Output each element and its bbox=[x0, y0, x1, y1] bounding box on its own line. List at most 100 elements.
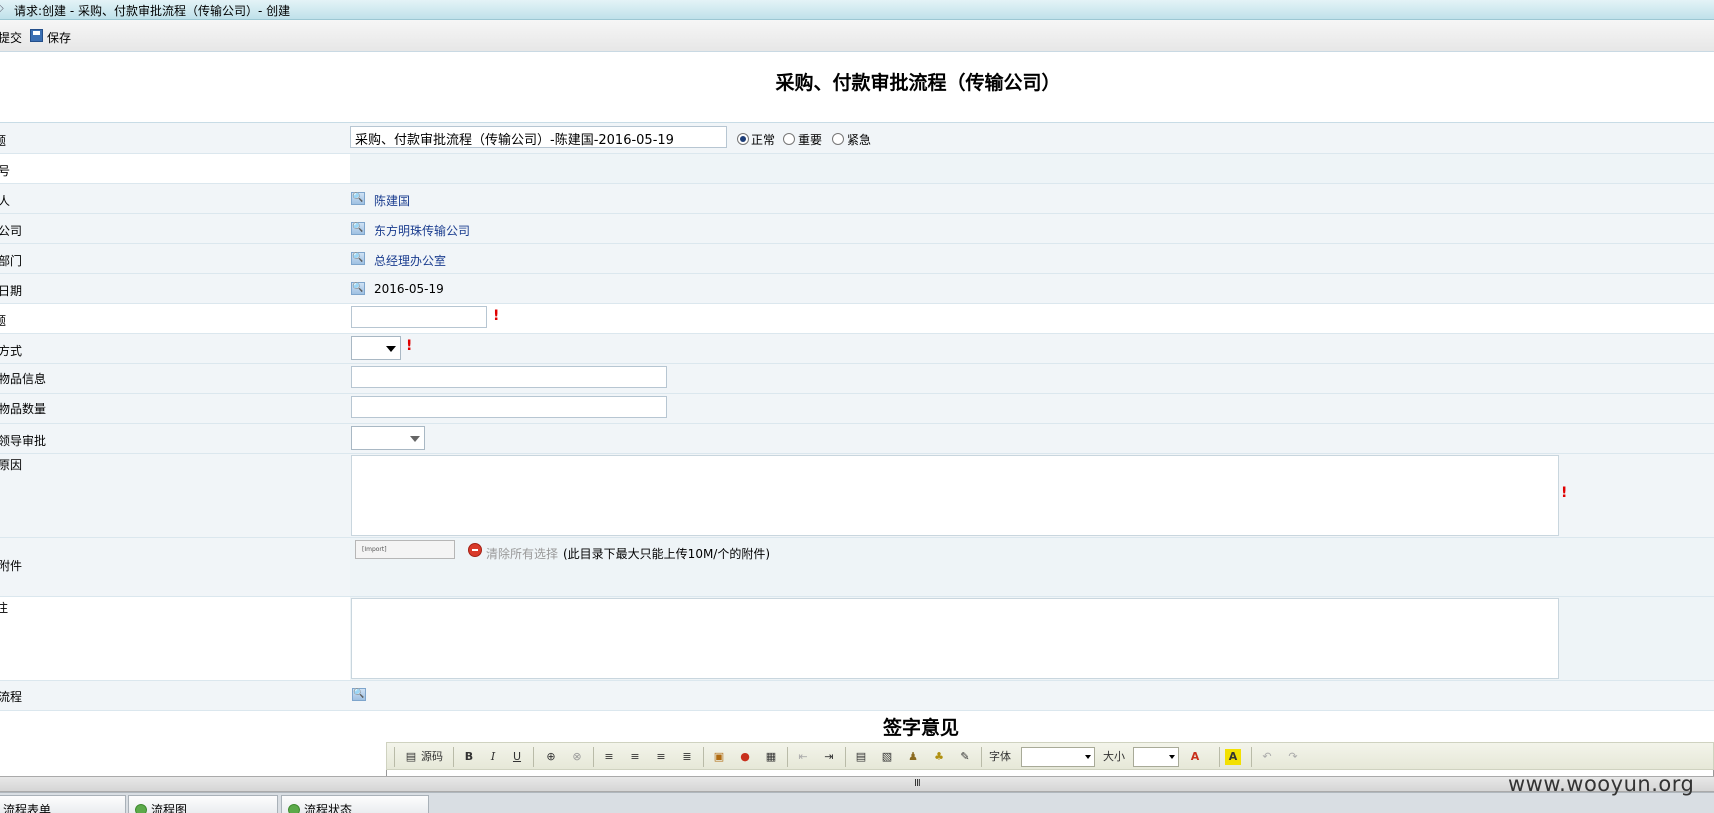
link-icon[interactable]: ⊕ bbox=[543, 749, 559, 765]
save-icon[interactable] bbox=[30, 29, 43, 42]
toolbar-separator bbox=[593, 747, 594, 767]
toolbar-separator bbox=[533, 747, 534, 767]
search-icon[interactable]: 🔍 bbox=[351, 192, 365, 205]
indent-icon[interactable]: ⇥ bbox=[821, 749, 837, 765]
bg-color-button[interactable]: A bbox=[1225, 749, 1241, 765]
outdent-icon[interactable]: ⇤ bbox=[795, 749, 811, 765]
tab-flowchart[interactable]: 流程图 bbox=[128, 795, 278, 813]
applicant-value[interactable]: 陈建国 bbox=[374, 192, 410, 209]
splitter-grip[interactable]: III bbox=[914, 778, 921, 789]
save-button[interactable]: 保存 bbox=[47, 29, 71, 46]
row-label: 领导审批 bbox=[0, 434, 47, 448]
tab-form[interactable]: 流程表单 bbox=[0, 795, 126, 813]
table-icon[interactable]: ▦ bbox=[763, 749, 779, 765]
priority-radio-urgent[interactable] bbox=[832, 133, 844, 145]
priority-radio-important[interactable] bbox=[783, 133, 795, 145]
row-related-flow: 流程 🔍 bbox=[0, 681, 1714, 711]
reason-textarea[interactable] bbox=[351, 455, 1559, 536]
search-icon[interactable]: 🔍 bbox=[351, 222, 365, 235]
template-icon[interactable]: ▤ bbox=[853, 749, 869, 765]
row-department: 部门 🔍 总经理办公室 bbox=[0, 244, 1714, 274]
group-icon[interactable]: ♣ bbox=[931, 749, 947, 765]
toolbar-separator bbox=[394, 747, 395, 767]
chevron-down-icon bbox=[410, 436, 420, 442]
font-color-button[interactable]: A bbox=[1187, 749, 1203, 765]
clear-icon[interactable] bbox=[468, 543, 482, 557]
row-method: 方式 ! bbox=[0, 334, 1714, 364]
priority-label: 紧急 bbox=[847, 133, 872, 147]
priority-radio-normal[interactable] bbox=[737, 133, 749, 145]
paste-icon[interactable]: ▧ bbox=[879, 749, 895, 765]
amount-input[interactable] bbox=[351, 306, 487, 328]
row-date: 日期 🔍 2016-05-19 bbox=[0, 274, 1714, 304]
row-remark: 注 bbox=[0, 597, 1714, 681]
italic-button[interactable]: I bbox=[485, 749, 501, 765]
company-value[interactable]: 东方明珠传输公司 bbox=[374, 222, 470, 239]
size-select[interactable] bbox=[1133, 747, 1179, 767]
underline-button[interactable]: U bbox=[509, 749, 525, 765]
leader-approval-select[interactable] bbox=[351, 426, 425, 450]
users-icon[interactable]: ♟ bbox=[905, 749, 921, 765]
source-icon[interactable]: ▤ bbox=[403, 749, 419, 765]
frame-splitter[interactable]: III bbox=[0, 776, 1714, 792]
toolbar-separator bbox=[1251, 747, 1252, 767]
undo-icon[interactable]: ↶ bbox=[1259, 749, 1275, 765]
align-center-icon[interactable]: ≡ bbox=[627, 749, 643, 765]
toolbar-separator bbox=[981, 747, 982, 767]
request-title-input[interactable]: 采购、付款审批流程（传输公司）-陈建国-2016-05-19 bbox=[350, 126, 727, 148]
bold-button[interactable]: B bbox=[461, 749, 477, 765]
calendar-icon[interactable]: 🔍 bbox=[351, 282, 365, 295]
window-titlebar: ◇ 请求:创建 - 采购、付款审批流程（传输公司）- 创建 bbox=[0, 0, 1714, 20]
row-label: 物品信息 bbox=[0, 372, 47, 386]
tab-label: 流程表单 bbox=[3, 803, 52, 813]
row-goods-info: 物品信息 bbox=[0, 364, 1714, 394]
attachment-note: (此目录下最大只能上传10M/个的附件) bbox=[563, 547, 771, 561]
toolbar: 提交 保存 bbox=[0, 20, 1714, 52]
row-attachment: 附件 [Import] 清除所有选择 (此目录下最大只能上传10M/个的附件) bbox=[0, 538, 1714, 597]
tab-flow-status[interactable]: 流程状态 bbox=[281, 795, 429, 813]
row-label: 人 bbox=[0, 194, 11, 208]
row-label: 物品数量 bbox=[0, 402, 47, 416]
chevron-down-icon bbox=[386, 346, 396, 352]
row-applicant: 人 🔍 陈建国 bbox=[0, 184, 1714, 214]
search-icon[interactable]: 🔍 bbox=[351, 252, 365, 265]
row-label: 公司 bbox=[0, 224, 23, 238]
row-label: 号 bbox=[0, 164, 11, 178]
clear-all-link[interactable]: 清除所有选择 bbox=[486, 545, 558, 562]
watermark: www.wooyun.org bbox=[1508, 772, 1695, 796]
align-right-icon[interactable]: ≡ bbox=[653, 749, 669, 765]
align-justify-icon[interactable]: ≣ bbox=[679, 749, 695, 765]
flash-icon[interactable]: ● bbox=[737, 749, 753, 765]
align-left-icon[interactable]: ≡ bbox=[601, 749, 617, 765]
row-amount: 题 ! bbox=[0, 304, 1714, 334]
department-value[interactable]: 总经理办公室 bbox=[374, 252, 446, 269]
priority-label: 正常 bbox=[751, 133, 776, 147]
size-label: 大小 bbox=[1103, 750, 1125, 763]
method-select[interactable] bbox=[351, 336, 401, 360]
image-icon[interactable]: ▣ bbox=[711, 749, 727, 765]
font-select[interactable] bbox=[1021, 747, 1095, 767]
eraser-icon[interactable]: ✎ bbox=[957, 749, 973, 765]
signature-title: 签字意见 bbox=[883, 717, 960, 739]
goods-qty-input[interactable] bbox=[351, 396, 667, 418]
row-label: 注 bbox=[0, 601, 9, 615]
redo-icon[interactable]: ↷ bbox=[1285, 749, 1301, 765]
source-button[interactable]: 源码 bbox=[421, 749, 443, 765]
row-label: 题 bbox=[0, 134, 7, 148]
goods-info-input[interactable] bbox=[351, 366, 667, 388]
row-number: 号 bbox=[0, 154, 1714, 184]
submit-button[interactable]: 提交 bbox=[0, 29, 22, 46]
row-label: 部门 bbox=[0, 254, 23, 268]
status-icon bbox=[288, 804, 300, 813]
row-label: 原因 bbox=[0, 458, 23, 472]
unlink-icon[interactable]: ⊗ bbox=[569, 749, 585, 765]
search-icon[interactable]: 🔍 bbox=[352, 688, 366, 701]
toolbar-separator bbox=[703, 747, 704, 767]
tab-label: 流程状态 bbox=[304, 803, 353, 813]
tab-label: 流程图 bbox=[151, 803, 188, 813]
date-value: 2016-05-19 bbox=[374, 282, 444, 296]
upload-button[interactable]: [Import] bbox=[355, 540, 455, 559]
row-title: 题 采购、付款审批流程（传输公司）-陈建国-2016-05-19 正常 重要 紧… bbox=[0, 123, 1714, 154]
remark-textarea[interactable] bbox=[351, 598, 1559, 679]
flowchart-icon bbox=[135, 804, 147, 813]
